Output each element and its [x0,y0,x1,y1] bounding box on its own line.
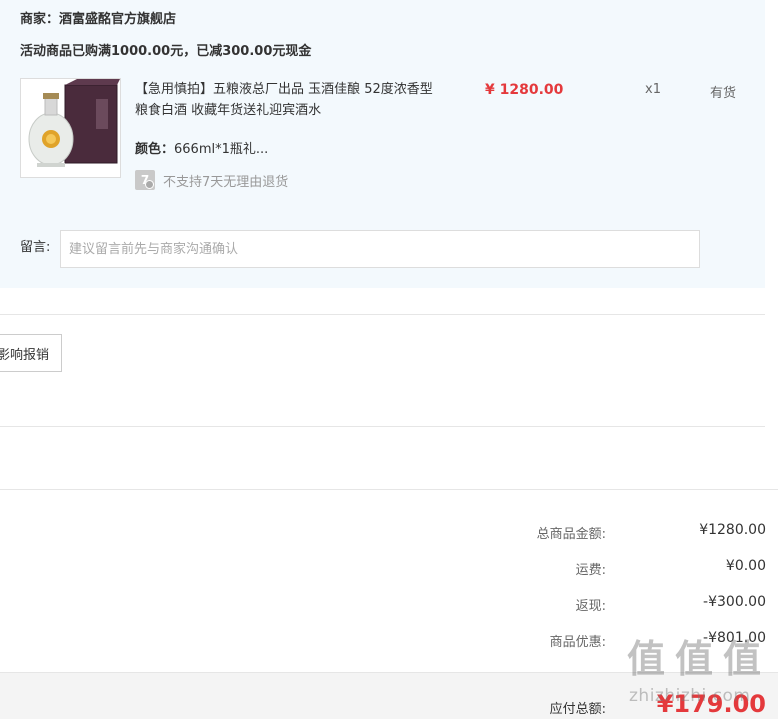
invoice-option-button[interactable]: 影响报销 [0,334,62,372]
shop-order-panel: 商家：酒富盛酩官方旗舰店 活动商品已购满1000.00元，已减300.00元现金… [0,0,765,288]
return-policy-row: 7 不支持7天无理由退货 [135,170,288,190]
promo-text: 活动商品已购满1000.00元，已减300.00元现金 [20,44,312,59]
no-return-badge-icon [145,180,154,189]
product-attribute: 颜色：666ml*1瓶礼... [135,138,268,157]
seller-label: 商家： [20,12,60,27]
shipping-value: ¥0.00 [725,558,766,574]
payable-label: 应付总额: [549,702,606,717]
seller-name[interactable]: 酒富盛酩官方旗舰店 [59,12,176,27]
return-policy-text: 不支持7天无理由退货 [163,174,289,190]
note-input[interactable] [60,230,700,268]
goods-total-label: 总商品金额: [536,527,606,542]
payable-value: ¥179.00 [656,690,766,718]
attribute-value: 666ml*1瓶礼... [174,142,269,157]
product-title[interactable]: 【急用慎拍】五粮液总厂出品 玉酒佳酿 52度浓香型粮食白酒 收藏年货送礼迎宾酒水 [135,79,445,121]
liquor-bottle-image [21,79,120,177]
divider [0,489,778,490]
product-quantity: x1 [645,82,661,97]
seller-line: 商家：酒富盛酩官方旗舰店 [20,8,176,27]
divider [0,426,765,427]
goods-total-value: ¥1280.00 [699,522,766,538]
discount-value: -¥801.00 [703,630,766,646]
note-label: 留言: [20,240,51,255]
stock-status: 有货 [710,86,737,101]
attribute-label: 颜色： [135,142,175,157]
discount-label: 商品优惠: [549,635,606,650]
product-thumbnail[interactable] [20,78,121,178]
shipping-label: 运费: [575,563,606,578]
no-return-icon: 7 [135,170,155,190]
divider [0,314,765,315]
product-price: ¥ 1280.00 [485,82,564,98]
cashback-value: -¥300.00 [703,594,766,610]
cashback-label: 返现: [575,599,606,614]
